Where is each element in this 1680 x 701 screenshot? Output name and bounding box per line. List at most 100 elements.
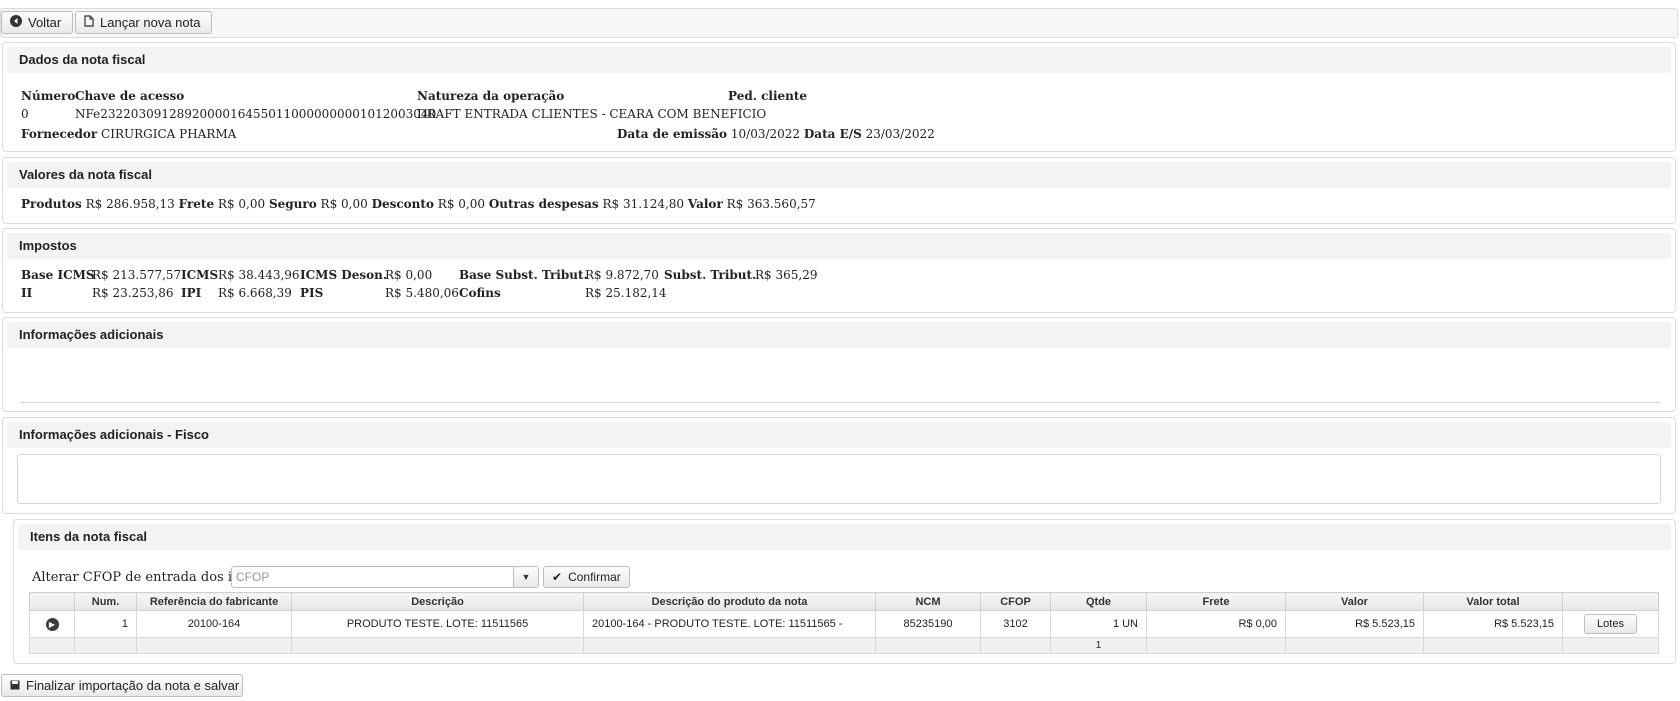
seguro-value: R$ 0,00	[320, 197, 368, 211]
st-label: Subst. Tribut.	[664, 268, 757, 282]
footer-cell	[29, 637, 75, 654]
back-button-label: Voltar	[28, 15, 62, 30]
row-valor: R$ 5.523,15	[1285, 610, 1424, 638]
outras-despesas-label: Outras despesas	[488, 197, 599, 211]
chave-label: Chave de acesso	[75, 89, 185, 103]
impostos-panel-title: Impostos	[7, 233, 1671, 259]
natureza-value: DRAFT ENTRADA CLIENTES - CEARA COM BENEF…	[417, 107, 767, 121]
table-row: ▶ 1 20100-164 PRODUTO TESTE. LOTE: 11511…	[29, 610, 1659, 638]
row-num: 1	[74, 610, 137, 638]
desconto-value: R$ 0,00	[437, 197, 485, 211]
info-divider	[20, 402, 1661, 403]
col-valor-total[interactable]: Valor total	[1423, 592, 1563, 611]
fisco-panel: Informações adicionais - Fisco	[2, 417, 1676, 514]
icms-label: ICMS	[181, 268, 219, 282]
table-footer-row: 1	[29, 637, 1659, 654]
footer-cell	[980, 637, 1051, 654]
datas-row: Data de emissão 10/03/2022 Data E/S 23/0…	[617, 127, 935, 142]
natureza-label: Natureza da operação	[417, 89, 565, 103]
cofins-value: R$ 25.182,14	[585, 286, 667, 300]
itens-table: Num. Referência do fabricante Descrição …	[29, 592, 1659, 654]
valor-value: R$ 363.560,57	[726, 197, 816, 211]
produtos-label: Produtos	[21, 197, 82, 211]
row-ncm: 85235190	[875, 610, 981, 638]
seguro-label: Seguro	[268, 197, 317, 211]
emissao-label: Data de emissão	[617, 127, 728, 141]
st-value: R$ 365,29	[755, 268, 818, 282]
lotes-button[interactable]: Lotes	[1584, 614, 1637, 634]
footer-cell	[1146, 637, 1286, 654]
new-note-button[interactable]: Lançar nova nota	[75, 11, 212, 34]
cfop-placeholder: CFOP	[236, 570, 270, 584]
icms-deson-label: ICMS Deson.	[300, 268, 387, 282]
icms-value: R$ 38.443,96	[218, 268, 300, 282]
col-actions	[1562, 592, 1659, 611]
footer-cell	[1423, 637, 1563, 654]
base-icms-value: R$ 213.577,57	[92, 268, 182, 282]
confirm-cfop-button[interactable]: ✔ Confirmar	[543, 566, 630, 588]
col-descricao[interactable]: Descrição	[291, 592, 584, 611]
base-st-label: Base Subst. Tribut.	[459, 268, 588, 282]
info-panel: Informações adicionais	[2, 317, 1676, 412]
col-ncm[interactable]: NCM	[875, 592, 981, 611]
col-num[interactable]: Num.	[74, 592, 137, 611]
row-valor-total: R$ 5.523,15	[1423, 610, 1563, 638]
col-cfop[interactable]: CFOP	[980, 592, 1051, 611]
save-icon	[10, 678, 20, 693]
desconto-label: Desconto	[371, 197, 434, 211]
row-expand-cell: ▶	[29, 610, 75, 638]
back-button[interactable]: Voltar	[1, 11, 73, 34]
row-descricao: PRODUTO TESTE. LOTE: 11511565	[291, 610, 584, 638]
footer-cell	[136, 637, 292, 654]
row-descricao-nota: 20100-164 - PRODUTO TESTE. LOTE: 1151156…	[583, 610, 876, 638]
footer-cell	[74, 637, 137, 654]
cfop-change-label: Alterar CFOP de entrada dos itens	[32, 570, 260, 585]
impostos-panel: Impostos Base ICMS R$ 213.577,57 ICMS R$…	[2, 228, 1676, 313]
footer-cell	[875, 637, 981, 654]
row-frete: R$ 0,00	[1146, 610, 1286, 638]
col-expand	[29, 592, 75, 611]
itens-panel-title: Itens da nota fiscal	[18, 524, 1671, 550]
ped-cliente-label: Ped. cliente	[728, 89, 808, 103]
col-frete[interactable]: Frete	[1146, 592, 1286, 611]
dados-panel-title: Dados da nota fiscal	[7, 47, 1671, 73]
ipi-label: IPI	[181, 286, 202, 300]
pis-value: R$ 5.480,06	[385, 286, 459, 300]
play-icon[interactable]: ▶	[45, 617, 59, 631]
check-icon: ✔	[552, 570, 563, 584]
row-actions: Lotes	[1562, 610, 1659, 638]
fornecedor-label: Fornecedor	[21, 127, 98, 141]
row-qtde: 1 UN	[1050, 610, 1147, 638]
confirm-cfop-label: Confirmar	[568, 570, 621, 584]
pis-label: PIS	[300, 286, 324, 300]
chevron-down-icon[interactable]: ▼	[513, 567, 538, 587]
finalize-save-label: Finalizar importação da nota e salvar	[26, 678, 240, 693]
row-ref: 20100-164	[136, 610, 292, 638]
emissao-value: 10/03/2022	[730, 127, 801, 141]
cfop-select[interactable]: CFOP ▼	[231, 566, 539, 588]
numero-label: Número	[21, 89, 76, 103]
table-header-row: Num. Referência do fabricante Descrição …	[29, 592, 1659, 611]
top-toolbar	[0, 8, 1678, 38]
back-circle-icon	[10, 15, 22, 30]
document-icon	[84, 15, 94, 30]
row-cfop: 3102	[980, 610, 1051, 638]
icms-deson-value: R$ 0,00	[385, 268, 433, 282]
col-valor[interactable]: Valor	[1285, 592, 1424, 611]
new-note-button-label: Lançar nova nota	[100, 15, 201, 30]
fornecedor-row: Fornecedor CIRURGICA PHARMA	[21, 127, 236, 142]
fisco-textarea[interactable]	[17, 454, 1661, 504]
ii-label: II	[21, 286, 33, 300]
produtos-value: R$ 286.958,13	[85, 197, 175, 211]
col-descricao-nota[interactable]: Descrição do produto da nota	[583, 592, 876, 611]
base-st-value: R$ 9.872,70	[585, 268, 659, 282]
col-qtde[interactable]: Qtde	[1050, 592, 1147, 611]
finalize-save-button[interactable]: Finalizar importação da nota e salvar	[1, 674, 243, 697]
valores-panel-title: Valores da nota fiscal	[7, 162, 1671, 188]
valores-row: Produtos R$ 286.958,13 Frete R$ 0,00 Seg…	[21, 197, 816, 212]
footer-cell	[583, 637, 876, 654]
fisco-panel-title: Informações adicionais - Fisco	[7, 422, 1671, 448]
col-referencia[interactable]: Referência do fabricante	[136, 592, 292, 611]
cofins-label: Cofins	[459, 286, 501, 300]
info-panel-title: Informações adicionais	[7, 322, 1671, 348]
